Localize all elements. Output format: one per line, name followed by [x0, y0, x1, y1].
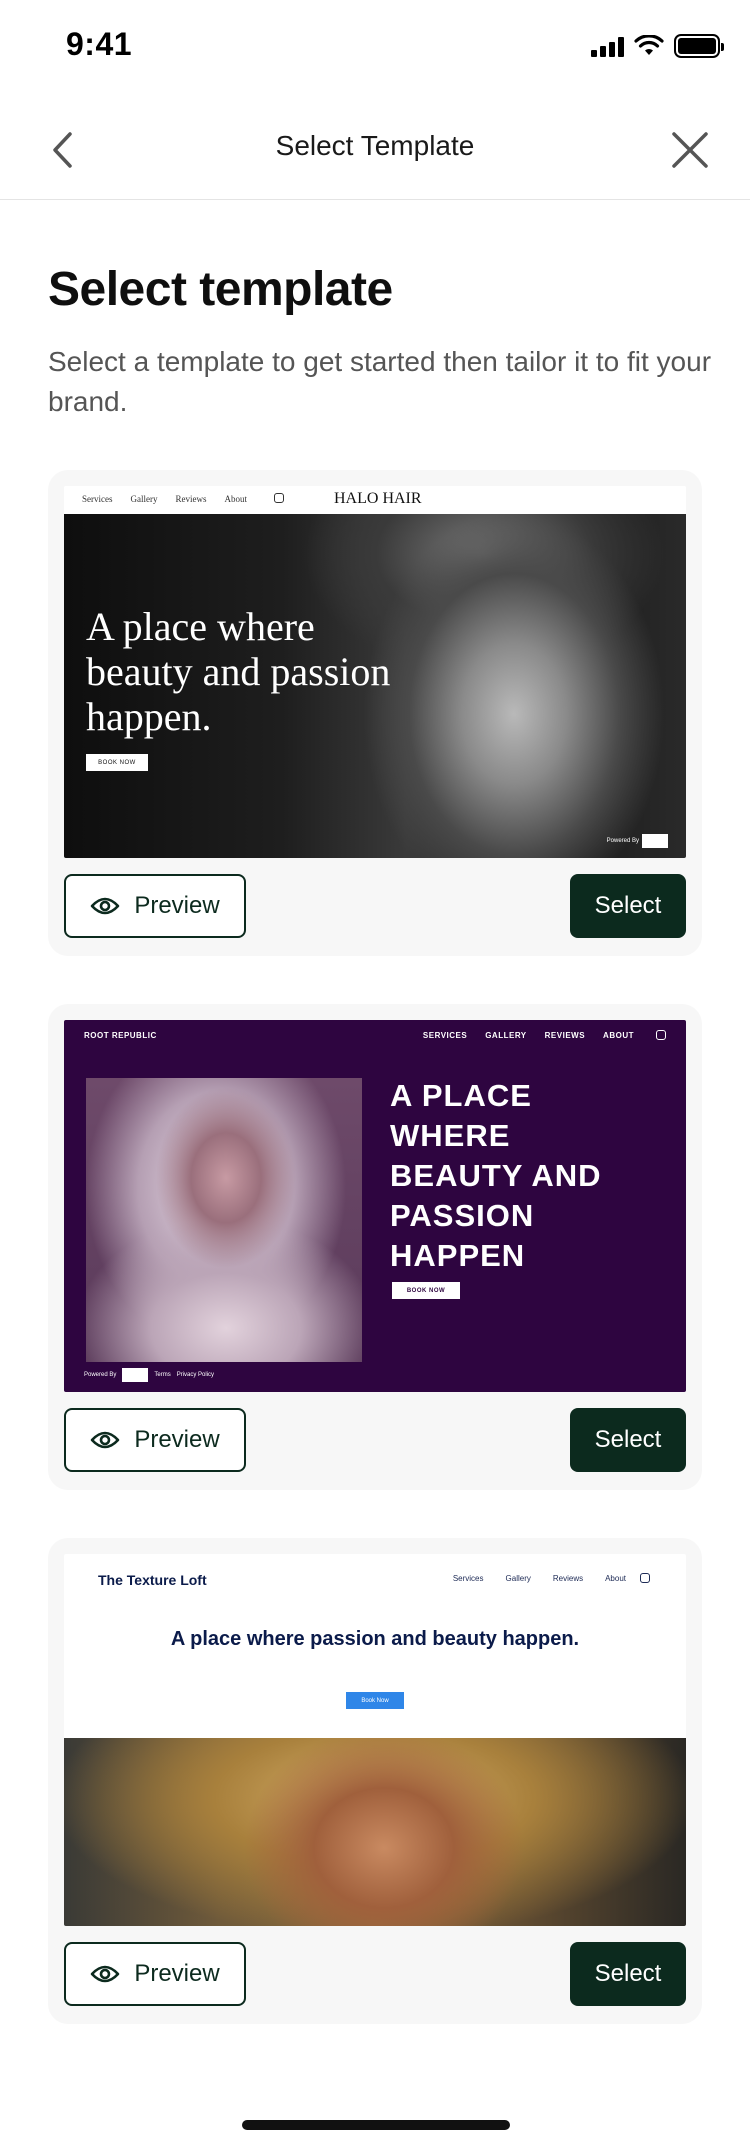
preview-button[interactable]: Preview: [64, 874, 246, 938]
template-thumbnail-halo-hair[interactable]: Services Gallery Reviews About HALO HAIR…: [64, 486, 686, 858]
thumbnail-brand: The Texture Loft: [98, 1572, 207, 1588]
thumbnail-nav-link: REVIEWS: [544, 1031, 586, 1040]
instagram-icon: [640, 1573, 650, 1583]
thumbnail-headline: A place where passion and beauty happen.: [170, 1628, 580, 1650]
cellular-signal-icon: [591, 35, 624, 57]
template-card-texture-loft: The Texture Loft Services Gallery Review…: [48, 1538, 702, 2024]
thumbnail-book-button: BOOK NOW: [392, 1282, 460, 1299]
wifi-icon: [634, 35, 664, 55]
preview-label: Preview: [134, 1960, 220, 1987]
footer-link-privacy: Privacy Policy: [176, 1372, 215, 1378]
template-thumbnail-root-republic[interactable]: ROOT REPUBLIC SERVICES GALLERY REVIEWS A…: [64, 1020, 686, 1392]
powered-by-label: Powered By: [84, 1372, 117, 1378]
status-time: 9:41: [66, 26, 133, 62]
thumbnail-book-button: BOOK NOW: [86, 754, 148, 771]
eye-icon: [91, 897, 120, 915]
thumbnail-brand: ROOT REPUBLIC: [84, 1031, 157, 1040]
thumbnail-nav: Services Gallery Reviews About: [453, 1574, 626, 1583]
card-actions: Preview Select: [64, 1942, 686, 2006]
thumbnail-nav-link: SERVICES: [422, 1031, 468, 1040]
thumbnail-hero-image: A place where beauty and passion happen.…: [64, 514, 686, 858]
select-button[interactable]: Select: [570, 874, 686, 938]
thumbnail-hero-image: [86, 1078, 362, 1362]
thumbnail-nav-link: About: [605, 1574, 626, 1583]
instagram-icon: [656, 1030, 666, 1040]
template-card-halo-hair: Services Gallery Reviews About HALO HAIR…: [48, 470, 702, 956]
template-card-root-republic: ROOT REPUBLIC SERVICES GALLERY REVIEWS A…: [48, 1004, 702, 1490]
thumbnail-nav-link: Services: [82, 494, 113, 504]
preview-button[interactable]: Preview: [64, 1942, 246, 2006]
thumbnail-footer: Powered By Terms Privacy Policy: [84, 1368, 214, 1382]
status-bar: 9:41: [0, 0, 750, 90]
eye-icon: [91, 1431, 120, 1449]
thumbnail-powered-by: Powered By: [607, 834, 668, 848]
card-actions: Preview Select: [64, 1408, 686, 1472]
battery-icon: [674, 34, 724, 58]
thumbnail-book-button: Book Now: [346, 1692, 404, 1709]
status-icons: [591, 34, 724, 58]
thumbnail-nav-link: ABOUT: [603, 1031, 634, 1040]
card-actions: Preview Select: [64, 874, 686, 938]
template-thumbnail-texture-loft[interactable]: The Texture Loft Services Gallery Review…: [64, 1554, 686, 1926]
preview-label: Preview: [134, 1426, 220, 1453]
thumbnail-nav: Services Gallery Reviews About HALO HAIR: [64, 486, 686, 514]
thumbnail-headline: A PLACE WHERE BEAUTY AND PASSION HAPPEN: [390, 1078, 602, 1273]
thumbnail-nav-link: Services: [452, 1574, 484, 1583]
thumbnail-headline: A place where beauty and passion happen.: [86, 604, 391, 739]
thumbnail-brand: HALO HAIR: [334, 490, 422, 507]
navigation-bar: Select Template: [0, 100, 750, 200]
thumbnail-nav-link: Reviews: [175, 494, 207, 504]
thumbnail-nav-link: Reviews: [552, 1574, 584, 1583]
close-icon: [672, 132, 708, 168]
powered-by-logo: [642, 834, 668, 848]
page-subtitle: Select a template to get started then ta…: [48, 346, 712, 417]
home-indicator[interactable]: [242, 2120, 510, 2130]
nav-title: Select Template: [275, 130, 475, 161]
thumbnail-hero-image: [64, 1738, 686, 1926]
thumbnail-nav: SERVICES GALLERY REVIEWS ABOUT: [423, 1031, 634, 1040]
footer-link-terms: Terms: [154, 1372, 171, 1378]
thumbnail-nav-link: Gallery: [130, 494, 158, 504]
close-button[interactable]: [660, 120, 720, 180]
page-title: Select template: [48, 263, 393, 316]
thumbnail-nav-link: Gallery: [505, 1574, 531, 1583]
powered-by-logo: [122, 1368, 149, 1382]
powered-by-label: Powered By: [606, 838, 639, 844]
preview-button[interactable]: Preview: [64, 1408, 246, 1472]
thumbnail-nav-link: GALLERY: [485, 1031, 527, 1040]
select-button[interactable]: Select: [570, 1942, 686, 2006]
thumbnail-nav-link: About: [224, 494, 248, 504]
select-button[interactable]: Select: [570, 1408, 686, 1472]
preview-label: Preview: [134, 892, 220, 919]
instagram-icon: [274, 493, 284, 503]
eye-icon: [91, 1965, 120, 1983]
